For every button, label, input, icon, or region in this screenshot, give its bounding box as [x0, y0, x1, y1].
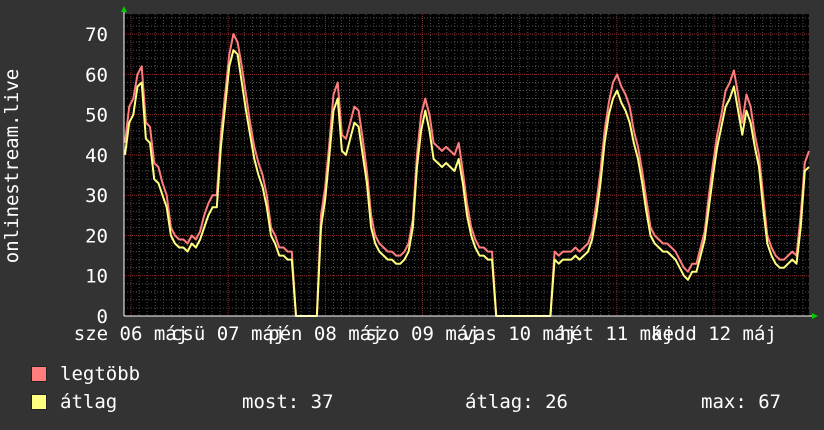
stat-maximum: max: 67 — [701, 391, 782, 413]
x-tick-labels: sze 06 májcsü 07 májpén 08 májszo 09 máj… — [74, 323, 777, 345]
legend-swatch-max — [31, 366, 47, 382]
y-tick-label: 70 — [85, 24, 108, 46]
y-tick-label: 10 — [85, 266, 108, 288]
y-tick-label: 20 — [85, 225, 108, 247]
y-tick-label: 40 — [85, 145, 108, 167]
x-tick-label: kedd 12 máj — [651, 323, 777, 345]
x-axis-arrow-icon — [812, 313, 818, 319]
legend-label-avg: átlag — [60, 391, 118, 413]
y-axis-arrow-icon — [121, 6, 127, 12]
stat-average: átlag: 26 — [465, 391, 568, 413]
legend-label-max: legtöbb — [60, 363, 141, 385]
y-tick-label: 30 — [85, 185, 108, 207]
legend-item-max: legtöbb — [31, 362, 140, 386]
legend-swatch-avg — [31, 394, 47, 410]
legend: legtöbb átlag most: 37 átlag: 26 max: 67 — [0, 360, 824, 420]
chart: 010203040506070 sze 06 májcsü 07 májpén … — [74, 6, 818, 345]
y-tick-labels: 010203040506070 — [85, 24, 108, 328]
y-axis-label: onlinestream.live — [1, 68, 23, 264]
y-axis-label-box: onlinestream.live — [1, 55, 23, 277]
y-tick-label: 60 — [85, 64, 108, 86]
legend-item-avg: átlag — [31, 390, 117, 414]
y-tick-label: 50 — [85, 105, 108, 127]
stat-now: most: 37 — [242, 391, 334, 413]
